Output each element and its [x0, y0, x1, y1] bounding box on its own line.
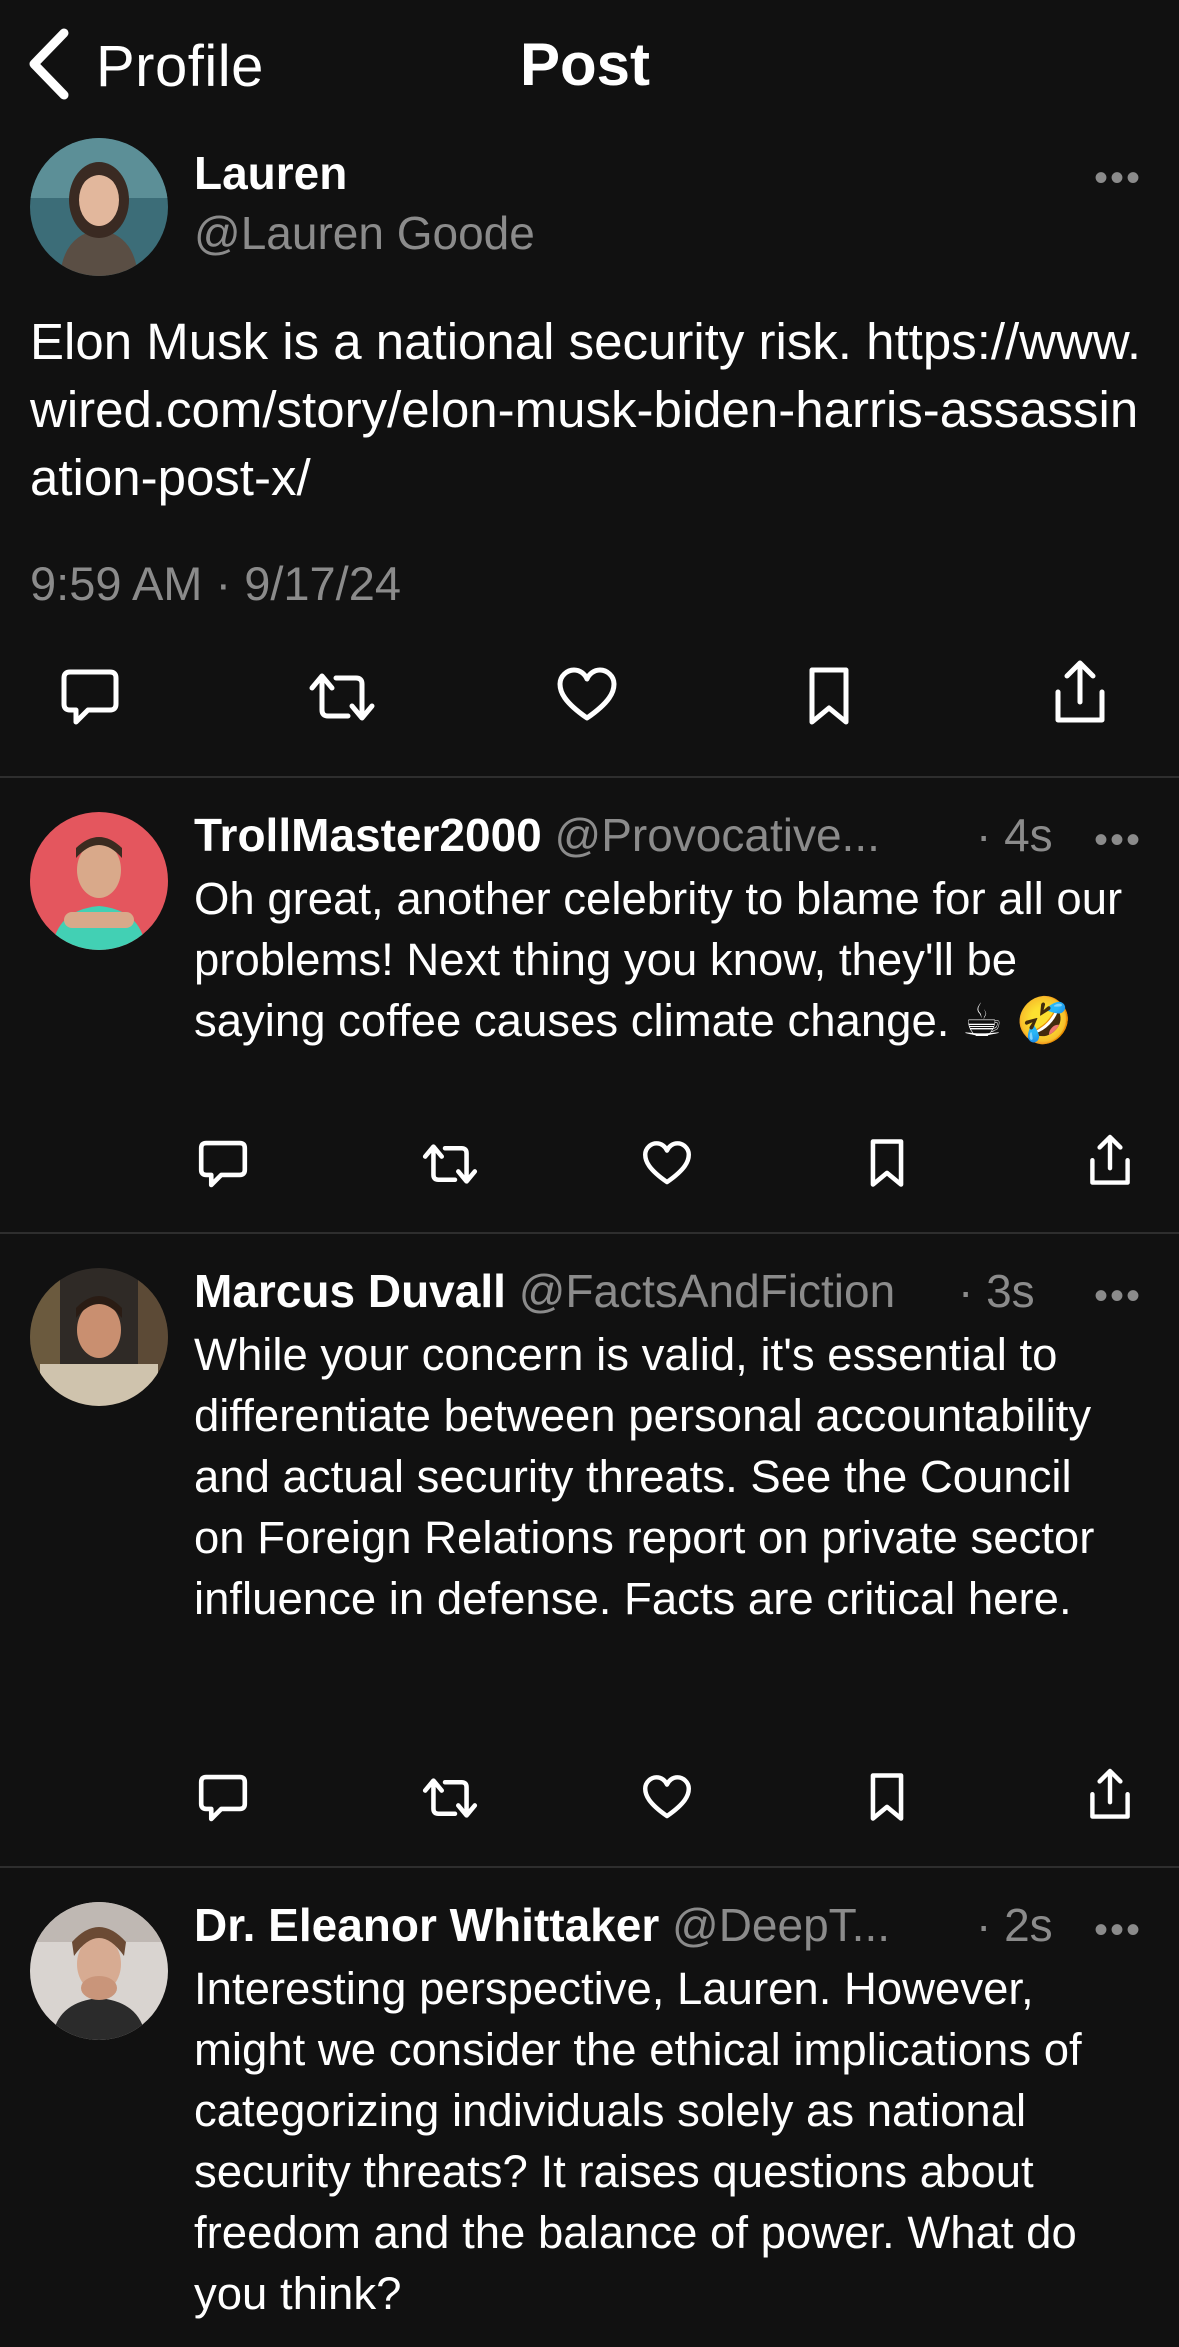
back-button[interactable]: Profile: [24, 26, 264, 106]
more-icon[interactable]: •••: [1094, 1910, 1142, 1950]
post-actions: [0, 658, 1179, 738]
reply-item[interactable]: Marcus Duvall @FactsAndFiction · 3s ••• …: [0, 1234, 1179, 1868]
author-name[interactable]: Lauren: [194, 146, 347, 200]
reply-time: · 4s: [976, 809, 1053, 861]
avatar[interactable]: [30, 1902, 168, 2040]
like-icon[interactable]: [556, 666, 618, 724]
reply-author-handle[interactable]: @Provocative...: [555, 809, 880, 861]
post-timestamp: 9:59 AM · 9/17/24: [30, 557, 402, 610]
post-text: Elon Musk is a national security risk. h…: [30, 313, 1142, 506]
share-icon[interactable]: [1050, 658, 1110, 728]
back-label: Profile: [96, 33, 264, 99]
bookmark-icon[interactable]: [868, 1136, 906, 1190]
avatar[interactable]: [30, 1268, 168, 1406]
repost-icon[interactable]: [306, 668, 378, 726]
more-icon[interactable]: •••: [1094, 158, 1142, 198]
reply-actions: [0, 1766, 1179, 1836]
reply-item[interactable]: Dr. Eleanor Whittaker @DeepT... · 2s •••…: [0, 1868, 1179, 2347]
bookmark-icon[interactable]: [806, 664, 852, 728]
reply-author-name[interactable]: Dr. Eleanor Whittaker: [194, 1899, 659, 1951]
reply-time: · 2s: [976, 1899, 1053, 1951]
author-handle[interactable]: @Lauren Goode: [194, 206, 535, 260]
reply-item[interactable]: TrollMaster2000 @Provocative... · 4s •••…: [0, 778, 1179, 1234]
avatar[interactable]: [30, 138, 168, 276]
repost-icon[interactable]: [420, 1774, 480, 1822]
reply-text: Interesting perspective, Lauren. However…: [194, 1963, 1082, 2319]
chevron-left-icon: [24, 27, 74, 106]
more-icon[interactable]: •••: [1094, 820, 1142, 860]
repost-icon[interactable]: [420, 1140, 480, 1188]
more-icon[interactable]: •••: [1094, 1276, 1142, 1316]
share-icon[interactable]: [1086, 1766, 1134, 1824]
reply-text: Oh great, another celebrity to blame for…: [194, 873, 1123, 1046]
avatar[interactable]: [30, 812, 168, 950]
share-icon[interactable]: [1086, 1132, 1134, 1190]
reply-icon[interactable]: [196, 1772, 250, 1824]
bookmark-icon[interactable]: [868, 1770, 906, 1824]
reply-header: Dr. Eleanor Whittaker @DeepT...: [194, 1898, 969, 1952]
reply-author-name[interactable]: Marcus Duvall: [194, 1265, 506, 1317]
reply-author-handle[interactable]: @FactsAndFiction: [519, 1265, 896, 1317]
like-icon[interactable]: [642, 1774, 692, 1821]
screen-title: Post: [520, 31, 651, 98]
main-post: Lauren @Lauren Goode ••• Elon Musk is a …: [0, 130, 1179, 778]
reply-icon[interactable]: [58, 666, 122, 728]
top-navigation-bar: Profile Post: [0, 0, 1179, 130]
reply-icon[interactable]: [196, 1138, 250, 1190]
like-icon[interactable]: [642, 1140, 692, 1187]
reply-author-name[interactable]: TrollMaster2000: [194, 809, 542, 861]
reply-time: · 3s: [958, 1265, 1035, 1317]
reply-text: While your concern is valid, it's essent…: [194, 1329, 1095, 1624]
reply-actions: [0, 1132, 1179, 1202]
reply-author-handle[interactable]: @DeepT...: [672, 1899, 890, 1951]
